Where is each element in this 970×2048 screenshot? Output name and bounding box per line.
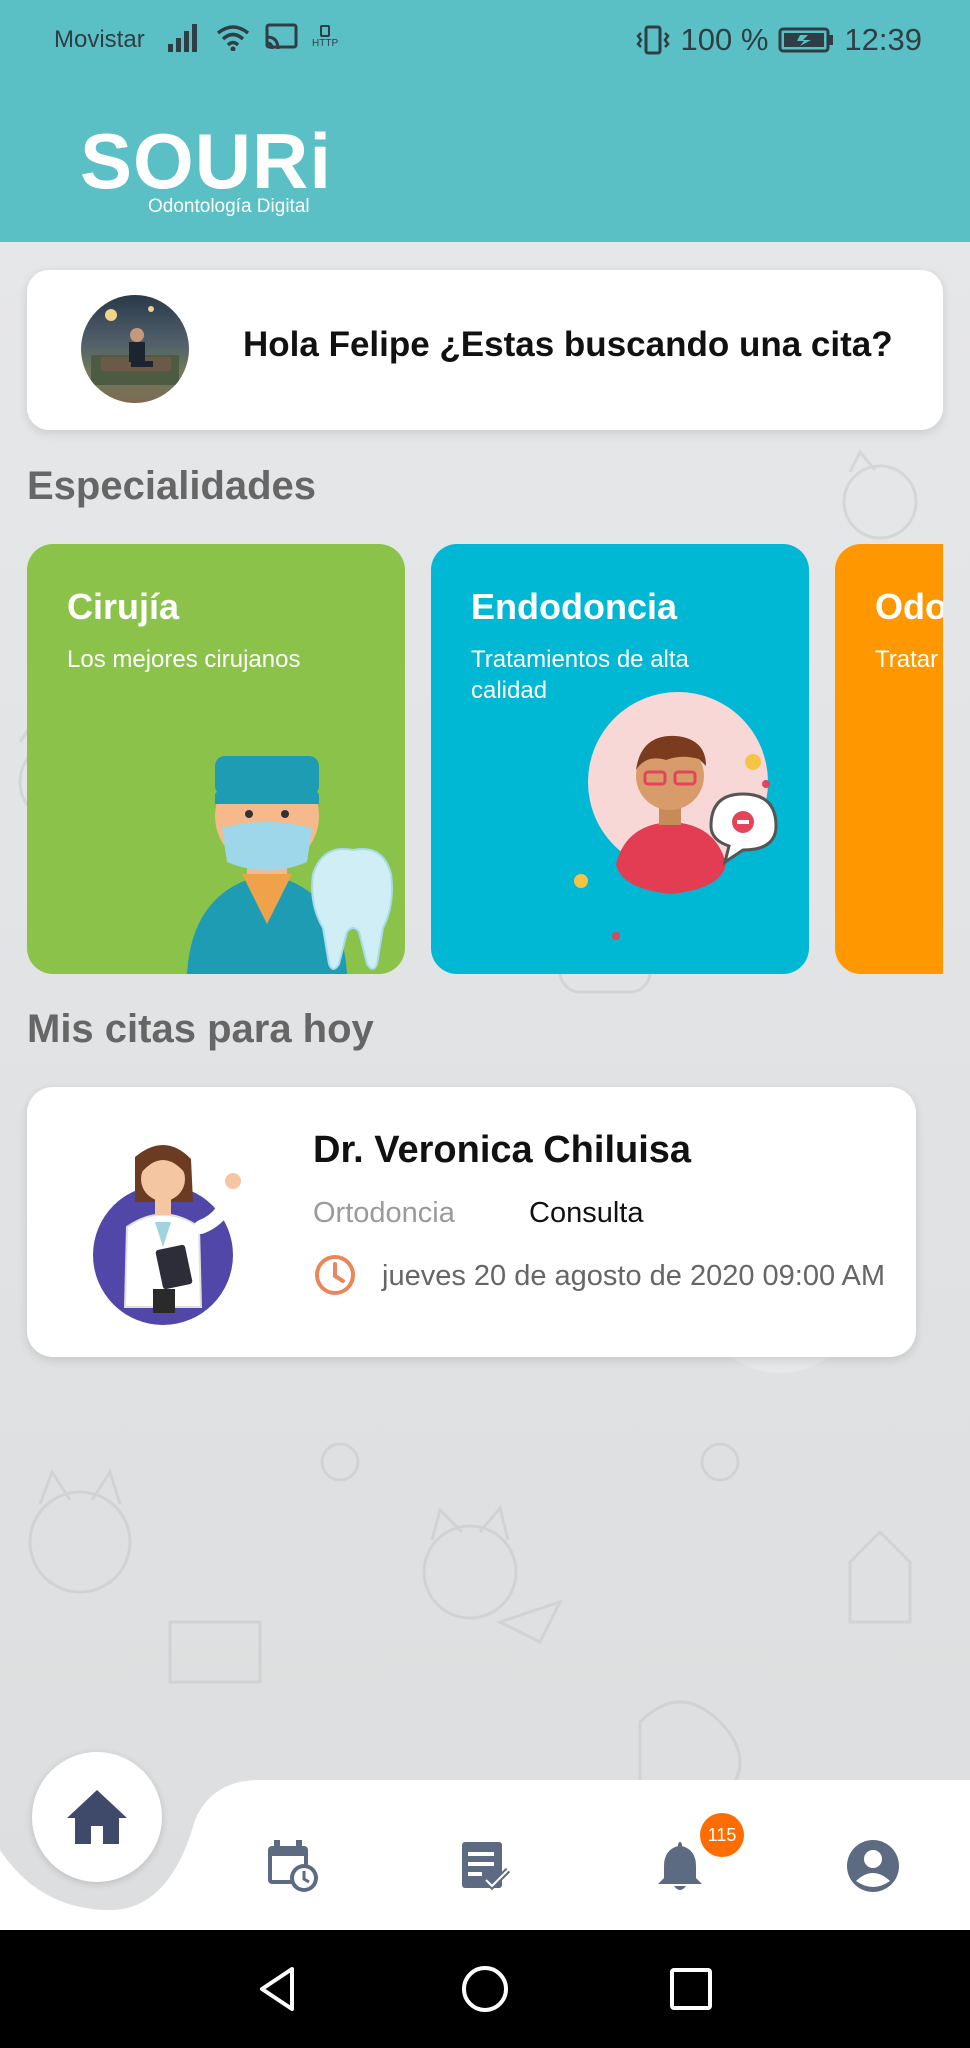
battery-percent: 100 % <box>680 22 769 57</box>
nav-notifications-button[interactable] <box>652 1838 708 1894</box>
specialty-card-cirugia[interactable]: Cirujía Los mejores cirujanos <box>27 544 405 974</box>
calendar-clock-icon <box>268 1840 318 1892</box>
http-icon: HTTP <box>312 25 338 49</box>
appointment-specialty: Ortodoncia <box>313 1197 455 1229</box>
account-icon <box>847 1840 899 1892</box>
doctor-avatar <box>93 1144 241 1325</box>
patient-illustration <box>574 692 778 940</box>
carrier-label: Movistar <box>54 26 145 53</box>
battery-icon <box>778 27 834 53</box>
home-icon <box>67 1790 127 1844</box>
cast-icon <box>265 23 298 50</box>
appointment-card[interactable]: Dr. Veronica Chiluisa Ortodoncia Consult… <box>27 1087 916 1357</box>
greeting-card[interactable]: Hola Felipe ¿Estas buscando una cita? <box>27 270 943 430</box>
system-navigation-bar <box>0 1930 970 2048</box>
home-button[interactable] <box>32 1752 162 1882</box>
avatar[interactable] <box>81 295 189 403</box>
notification-badge: 115 <box>700 1813 744 1857</box>
appointment-type: Consulta <box>529 1197 644 1229</box>
avatar-photo <box>91 306 179 385</box>
bell-icon <box>658 1842 702 1890</box>
home-circle-icon[interactable] <box>460 1964 510 2014</box>
vibrate-icon <box>635 25 670 55</box>
greeting-text: Hola Felipe ¿Estas buscando una cita? <box>243 325 893 364</box>
nav-records-button[interactable] <box>458 1838 514 1894</box>
clock-time: 12:39 <box>844 22 922 57</box>
status-icons-right: 100 % 12:39 <box>635 22 922 58</box>
souri-logo: SOURi Odontología Digital <box>80 122 340 222</box>
status-icons-left: HTTP <box>168 22 338 52</box>
specialty-description: Tratar <box>875 646 939 673</box>
appointment-datetime: jueves 20 de agosto de 2020 09:00 AM <box>382 1260 886 1292</box>
checklist-icon <box>462 1842 511 1891</box>
nav-calendar-button[interactable] <box>264 1838 320 1894</box>
specialty-card-partial[interactable]: Odo Tratar <box>835 544 943 974</box>
recents-icon[interactable] <box>666 1964 716 2014</box>
wifi-icon <box>216 25 250 51</box>
specialties-title: Especialidades <box>27 464 317 508</box>
app-header: Movistar HTTP 100 % 12:39 SOURi Odontolo… <box>0 0 970 242</box>
nav-profile-button[interactable] <box>845 1838 901 1894</box>
doctor-name: Dr. Veronica Chiluisa <box>313 1129 692 1171</box>
clock-icon <box>315 1255 355 1295</box>
surgeon-illustration <box>187 756 393 974</box>
main-content[interactable]: Hola Felipe ¿Estas buscando una cita? Es… <box>0 242 970 1930</box>
appointments-title: Mis citas para hoy <box>27 1007 374 1051</box>
logo-wordmark: SOURi <box>80 117 333 205</box>
status-bar: Movistar HTTP 100 % 12:39 <box>0 0 970 84</box>
signal-icon <box>168 24 197 52</box>
back-icon[interactable] <box>252 1964 302 2014</box>
specialty-card-endodoncia[interactable]: Endodoncia Tratamientos de alta calidad <box>431 544 809 974</box>
http-label: HTTP <box>312 38 339 49</box>
specialty-title: Odo <box>875 586 943 627</box>
logo-subtitle: Odontología Digital <box>148 196 310 217</box>
